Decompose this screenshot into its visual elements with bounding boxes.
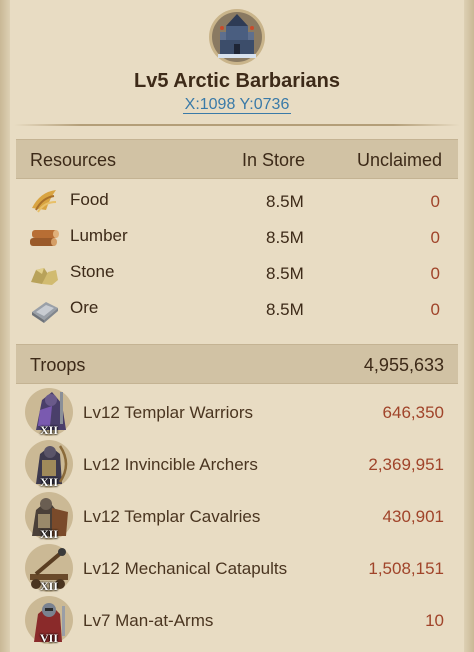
tier-badge: XII (40, 527, 59, 541)
troop-row: XII Lv12 Mechanical Catapults 1,508,151 (16, 542, 458, 594)
resources-label: Resources (30, 150, 117, 170)
resource-row-stone: Stone 8.5M 0 (16, 256, 458, 291)
archer-icon: XII (22, 438, 76, 490)
resource-in-store: 8.5M (266, 192, 304, 211)
troops-label: Troops (30, 355, 86, 375)
ore-icon (32, 302, 58, 323)
resources-header: Resources In Store Unclaimed (16, 139, 458, 179)
tier-badge: VII (40, 631, 59, 645)
tier-badge: XII (40, 579, 59, 593)
coordinates-link[interactable]: X:1098 Y:0736 (0, 96, 474, 114)
troop-count: 1,508,151 (368, 559, 444, 578)
resource-name: Stone (70, 262, 115, 281)
resource-name: Food (70, 190, 109, 209)
lumber-icon (30, 230, 59, 246)
man-at-arms-icon: VII (22, 594, 76, 646)
castle-icon (209, 9, 265, 65)
resource-name: Ore (70, 298, 99, 317)
barbarian-header: Lv5 Arctic Barbarians X:1098 Y:0736 (0, 0, 474, 130)
tier-badge: XII (40, 475, 59, 489)
troop-count: 10 (425, 611, 444, 630)
resource-unclaimed: 0 (430, 300, 440, 319)
catapult-icon: XII (22, 542, 76, 594)
troop-count: 2,369,951 (368, 455, 444, 474)
resource-unclaimed: 0 (430, 264, 440, 283)
troop-name: Lv12 Templar Warriors (83, 403, 254, 422)
unclaimed-label: Unclaimed (356, 150, 442, 170)
troop-count: 430,901 (382, 507, 444, 526)
troops-header: Troops 4,955,633 (16, 344, 458, 384)
troop-row: VII Lv7 Man-at-Arms 10 (16, 594, 458, 646)
troop-name: Lv12 Mechanical Catapults (83, 559, 288, 578)
troop-name: Lv12 Invincible Archers (83, 455, 258, 474)
food-icon (32, 190, 57, 213)
troops-total: 4,955,633 (363, 355, 444, 375)
tier-badge: XII (40, 423, 59, 437)
templar-warrior-icon: XII (22, 386, 76, 438)
resource-row-lumber: Lumber 8.5M 0 (16, 220, 458, 255)
stone-icon (31, 268, 58, 285)
divider (14, 124, 460, 126)
troop-row: XII Lv12 Templar Cavalries 430,901 (16, 490, 458, 542)
coordinates-text[interactable]: X:1098 Y:0736 (182, 96, 292, 114)
troop-row: XII Lv12 Templar Warriors 646,350 (16, 386, 458, 438)
cavalry-icon: XII (22, 490, 76, 542)
resource-unclaimed: 0 (430, 228, 440, 247)
resource-unclaimed: 0 (430, 192, 440, 211)
troop-row: XII Lv12 Invincible Archers 2,369,951 (16, 438, 458, 490)
troop-name: Lv7 Man-at-Arms (83, 611, 214, 630)
resource-row-ore: Ore 8.5M 0 (16, 292, 458, 327)
resource-row-food: Food 8.5M 0 (16, 184, 458, 219)
page-title: Lv5 Arctic Barbarians (133, 70, 340, 92)
resource-in-store: 8.5M (266, 264, 304, 283)
in-store-label: In Store (242, 150, 306, 170)
resource-in-store: 8.5M (266, 300, 304, 319)
resource-name: Lumber (70, 226, 128, 245)
troop-name: Lv12 Templar Cavalries (83, 507, 261, 526)
resource-in-store: 8.5M (266, 228, 304, 247)
troop-count: 646,350 (382, 403, 444, 422)
